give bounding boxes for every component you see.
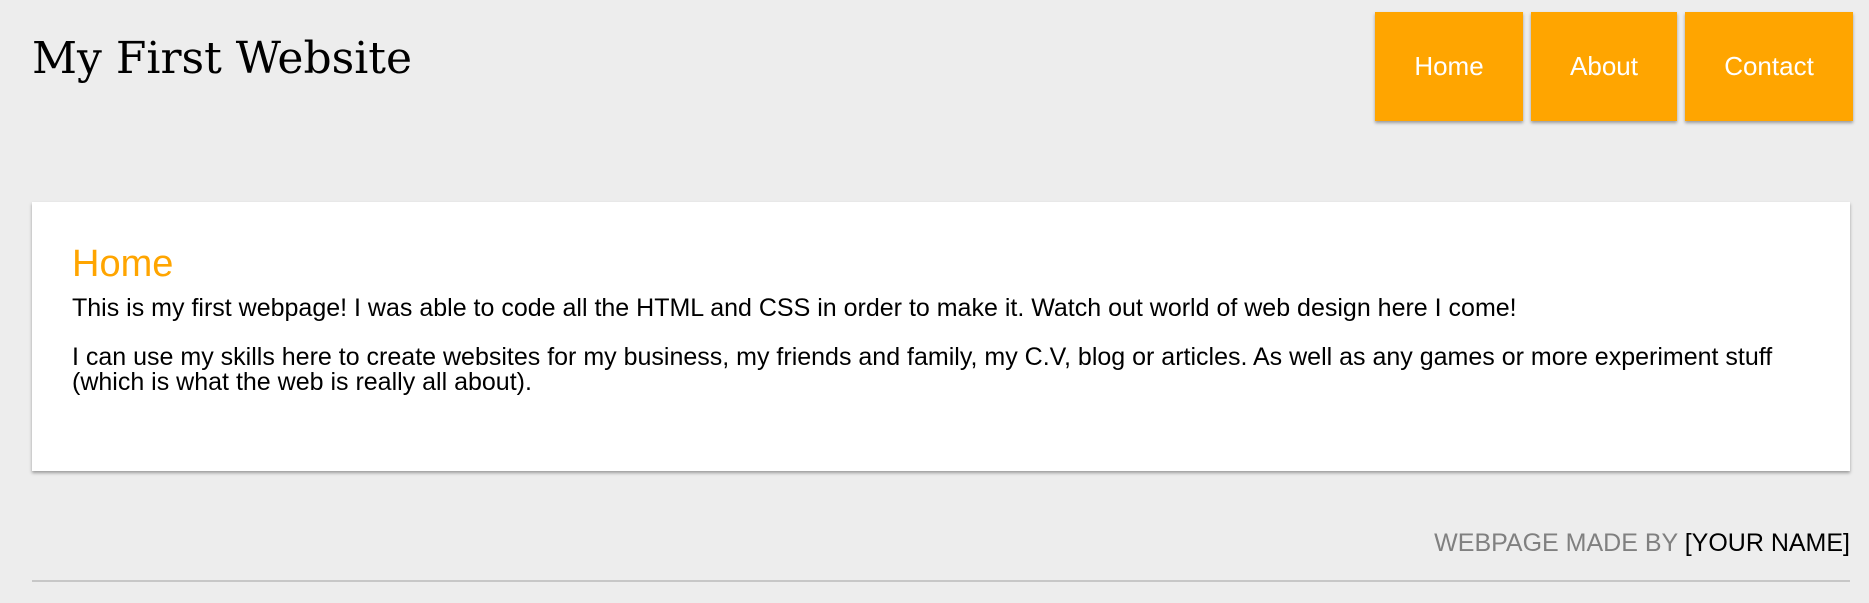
intro-paragraph: This is my first webpage! I was able to … <box>72 294 1517 322</box>
footer-credit-prefix: WEBPAGE MADE BY <box>1434 529 1685 557</box>
footer-author-name: [YOUR NAME] <box>1684 529 1850 557</box>
section-heading: Home <box>72 243 174 285</box>
footer-divider <box>32 580 1850 582</box>
footer-credit: WEBPAGE MADE BY [YOUR NAME] <box>1434 528 1850 558</box>
nav-about-button[interactable]: About <box>1531 12 1677 121</box>
skills-paragraph: I can use my skills here to create websi… <box>72 343 1773 396</box>
nav-contact-button[interactable]: Contact <box>1685 12 1853 121</box>
nav-home-button[interactable]: Home <box>1375 12 1523 121</box>
main-nav: Home About Contact <box>1375 12 1853 121</box>
content-card: Home This is my first webpage! I was abl… <box>32 202 1850 471</box>
site-title: My First Website <box>32 33 412 84</box>
